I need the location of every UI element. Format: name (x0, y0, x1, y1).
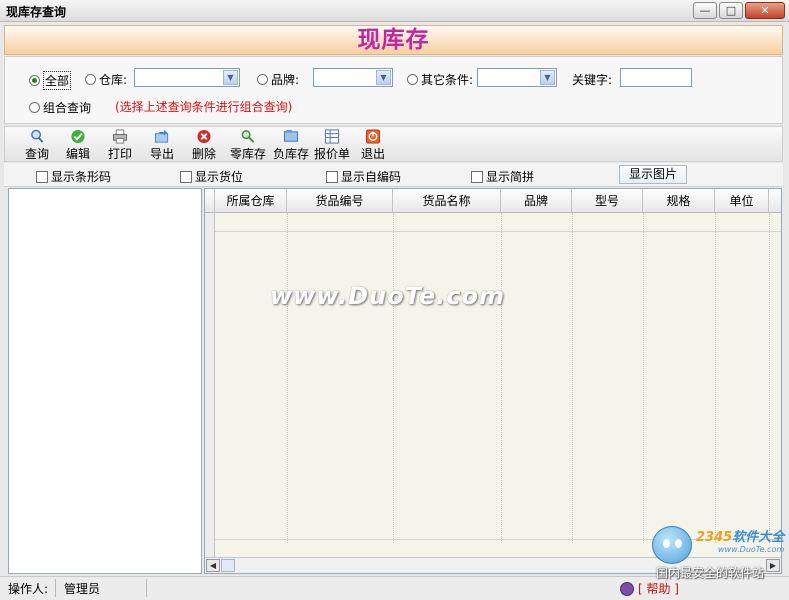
filter-panel: 全部 仓库: ▼ 品牌: ▼ 其它条件: ▼ 关键字: 组合查询 (选择上述查询… (4, 56, 783, 124)
exit-icon (365, 129, 381, 144)
mascot-icon (652, 526, 692, 564)
delete-icon (197, 129, 211, 144)
scroll-left-icon[interactable]: ◀ (206, 559, 220, 572)
combo-query-hint: (选择上述查询条件进行组合查询) (115, 100, 293, 114)
radio-dot-brand[interactable] (257, 74, 268, 85)
chevron-down-icon[interactable]: ▼ (223, 70, 238, 85)
search-icon (31, 129, 44, 143)
logo-brand: 2345软件大全 (696, 530, 785, 545)
query-button[interactable]: 查询 (17, 129, 57, 161)
show-image-button[interactable]: 显示图片 (619, 165, 687, 184)
toolbar: 查询 编辑 打印 导出 删除 零库存 负库存 报价单 退出 (4, 126, 783, 162)
column-header[interactable]: 品牌 (501, 189, 572, 213)
check-icon (71, 129, 85, 144)
grid-col-line (572, 213, 573, 543)
brand-select[interactable]: ▼ (313, 68, 393, 87)
grid-header: 所属仓库 货品编号 货品名称 品牌 型号 规格 单位 (205, 189, 781, 213)
radio-other[interactable]: 其它条件: (407, 71, 473, 88)
radio-dot-combo[interactable] (29, 102, 40, 113)
header-banner: 现库存 (4, 25, 783, 55)
close-button[interactable]: ✕ (745, 2, 785, 19)
grid-col-line (715, 213, 716, 543)
row-indicator (205, 213, 215, 569)
exit-button[interactable]: 退出 (353, 129, 393, 161)
radio-combo-label: 组合查询 (43, 101, 92, 115)
chevron-down-icon[interactable]: ▼ (376, 70, 391, 85)
keyword-input[interactable] (620, 68, 692, 87)
checkbox-box[interactable] (471, 170, 483, 183)
column-header[interactable]: 货品名称 (393, 189, 501, 213)
radio-combo-query[interactable]: 组合查询 (29, 99, 91, 116)
print-button[interactable]: 打印 (100, 129, 140, 161)
quote-sheet-button[interactable]: 报价单 (310, 129, 354, 161)
column-header[interactable]: 型号 (572, 189, 643, 213)
title-bar: 现库存查询 — □ ✕ (0, 0, 789, 22)
radio-other-label: 其它条件: (421, 73, 474, 87)
quote-sheet-icon (324, 129, 340, 144)
keyword-label: 关键字: (572, 73, 613, 87)
status-divider (146, 579, 147, 597)
status-divider (55, 579, 56, 597)
radio-brand-label: 品牌: (271, 73, 300, 87)
show-barcode-checkbox[interactable]: 显示条形码 (36, 168, 111, 185)
negative-stock-icon (283, 129, 299, 142)
export-icon (154, 129, 169, 143)
grid-row-line (215, 231, 781, 232)
radio-warehouse[interactable]: 仓库: (85, 71, 127, 88)
grid-col-line (501, 213, 502, 543)
negative-stock-button[interactable]: 负库存 (269, 129, 313, 161)
display-options: 显示条形码 显示货位 显示自编码 显示简拼 显示图片 (4, 163, 783, 187)
show-custom-code-checkbox[interactable]: 显示自编码 (326, 168, 401, 185)
page-title: 现库存 (357, 26, 430, 53)
checkbox-box[interactable] (180, 170, 192, 183)
user-help-icon (620, 581, 634, 596)
checkbox-box[interactable] (36, 170, 48, 183)
column-header[interactable]: 货品编号 (287, 189, 393, 213)
inventory-grid[interactable]: 所属仓库 货品编号 货品名称 品牌 型号 规格 单位 ◀ ▶ (204, 188, 782, 574)
zero-stock-button[interactable]: 零库存 (226, 129, 270, 161)
edit-button[interactable]: 编辑 (58, 129, 98, 161)
row-indicator-header (205, 189, 215, 213)
minimize-button[interactable]: — (693, 2, 717, 19)
logo-site: www.DuoTe.com (718, 545, 785, 554)
radio-all[interactable]: 全部 (29, 71, 72, 90)
operator-label: 操作人: (8, 582, 49, 596)
warehouse-select[interactable]: ▼ (134, 68, 240, 87)
scroll-thumb[interactable] (221, 559, 235, 572)
radio-dot-warehouse[interactable] (85, 74, 96, 85)
column-header[interactable]: 单位 (715, 189, 769, 213)
grid-col-line (287, 213, 288, 543)
window-controls: — □ ✕ (691, 2, 785, 19)
radio-all-label: 全部 (43, 71, 72, 90)
grid-col-line (643, 213, 644, 543)
operator-name: 管理员 (64, 582, 101, 596)
column-header[interactable]: 所属仓库 (215, 189, 287, 213)
radio-warehouse-label: 仓库: (99, 73, 128, 87)
other-condition-select[interactable]: ▼ (477, 68, 557, 87)
export-button[interactable]: 导出 (142, 129, 182, 161)
delete-button[interactable]: 删除 (184, 129, 224, 161)
watermark: www.DuoTe.com (270, 282, 505, 310)
radio-dot-all[interactable] (29, 75, 40, 86)
grid-col-line (769, 213, 770, 543)
logo-slogan: 国内最安全的软件站 (656, 566, 765, 580)
site-logo: 2345软件大全 www.DuoTe.com 国内最安全的软件站 (648, 520, 788, 600)
maximize-button[interactable]: □ (719, 2, 743, 19)
chevron-down-icon[interactable]: ▼ (540, 70, 555, 85)
grid-col-line (393, 213, 394, 543)
radio-brand[interactable]: 品牌: (257, 71, 299, 88)
printer-icon (112, 129, 128, 144)
window-title: 现库存查询 (6, 5, 67, 19)
category-tree-panel[interactable] (8, 188, 202, 574)
show-pinyin-checkbox[interactable]: 显示简拼 (471, 168, 534, 185)
show-location-checkbox[interactable]: 显示货位 (180, 168, 243, 185)
radio-dot-other[interactable] (407, 74, 418, 85)
checkbox-box[interactable] (326, 170, 338, 183)
column-header[interactable]: 规格 (643, 189, 715, 213)
zero-stock-icon (241, 130, 255, 143)
